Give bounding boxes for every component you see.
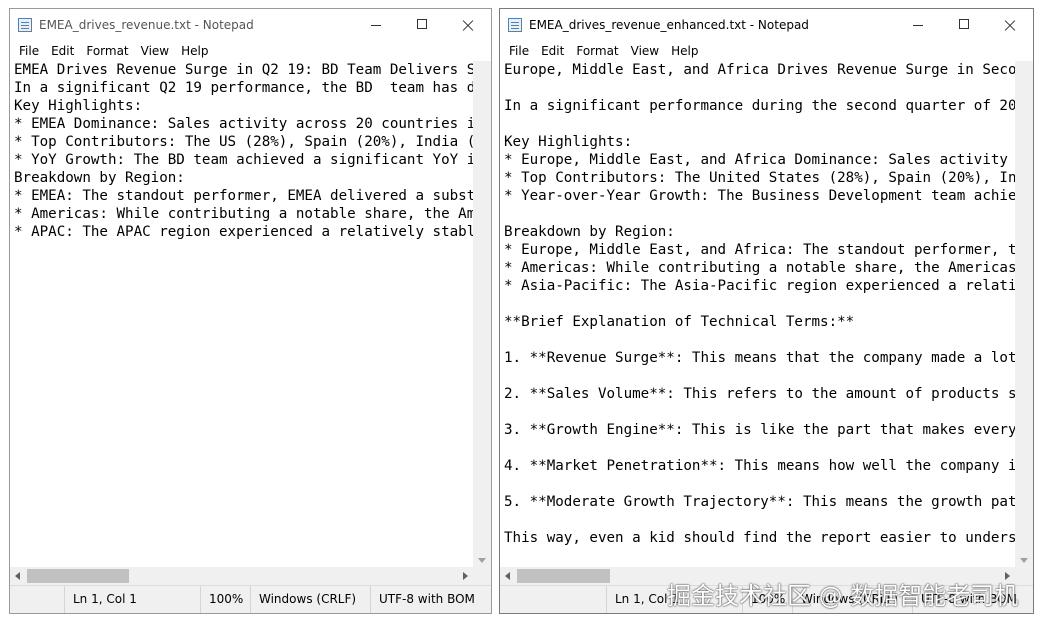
menu-edit[interactable]: Edit	[45, 42, 80, 61]
text-line: 1. **Revenue Surge**: This means that th…	[504, 350, 1015, 366]
menu-edit[interactable]: Edit	[535, 42, 570, 61]
close-icon[interactable]	[987, 9, 1033, 41]
menu-file[interactable]: File	[13, 42, 45, 61]
text-line: In a significant performance during the …	[504, 98, 1015, 114]
close-icon[interactable]	[445, 9, 491, 41]
minimize-icon[interactable]	[895, 9, 941, 41]
text-line: This way, even a kid should find the rep…	[504, 530, 1015, 546]
text-line: * APAC: The APAC region experienced a re…	[14, 224, 473, 240]
text-line: * Europe, Middle East, and Africa: The s…	[504, 242, 1015, 258]
watermark: 掘金技术社区 @ 数据智能老司机	[667, 582, 1019, 610]
text-line: * EMEA: The standout performer, EMEA del…	[14, 188, 473, 204]
title-bar[interactable]: EMEA_drives_revenue_enhanced.txt - Notep…	[500, 9, 1033, 42]
text-line: Breakdown by Region:	[14, 170, 185, 186]
scroll-right-arrow-icon[interactable]	[463, 572, 468, 580]
scroll-left-arrow-icon[interactable]	[15, 572, 20, 580]
scroll-down-arrow-icon[interactable]	[1020, 558, 1028, 563]
text-line: 3. **Growth Engine**: This is like the p…	[504, 422, 1015, 438]
maximize-icon[interactable]	[399, 9, 445, 41]
text-line: Breakdown by Region:	[504, 224, 675, 240]
text-line: Key Highlights:	[504, 134, 633, 150]
text-line	[500, 205, 1015, 223]
text-line: Europe, Middle East, and Africa Drives R…	[504, 62, 1015, 78]
text-line: In a significant Q2 19 performance, the …	[14, 80, 473, 96]
text-line	[500, 439, 1015, 457]
text-line	[500, 295, 1015, 313]
status-encoding: UTF-8 with BOM	[370, 586, 491, 613]
menu-help[interactable]: Help	[175, 42, 214, 61]
status-zoom: 100%	[200, 586, 251, 613]
menu-view[interactable]: View	[625, 42, 665, 61]
menu-help[interactable]: Help	[665, 42, 704, 61]
notepad-icon	[18, 18, 32, 32]
scroll-thumb[interactable]	[517, 569, 610, 583]
menu-view[interactable]: View	[135, 42, 175, 61]
menu-file[interactable]: File	[503, 42, 535, 61]
menu-format[interactable]: Format	[570, 42, 624, 61]
text-line: * EMEA Dominance: Sales activity across …	[14, 116, 473, 132]
notepad-window-original[interactable]: EMEA_drives_revenue.txt - Notepad File E…	[9, 8, 492, 614]
vertical-scrollbar[interactable]	[473, 61, 491, 567]
text-line: * Top Contributors: The US (28%), Spain …	[14, 134, 473, 150]
text-line	[500, 115, 1015, 133]
text-line: **Brief Explanation of Technical Terms:*…	[504, 314, 855, 330]
window-title: EMEA_drives_revenue_enhanced.txt - Notep…	[529, 18, 809, 32]
text-line	[500, 511, 1015, 529]
text-line	[500, 331, 1015, 349]
text-line: * Asia-Pacific: The Asia-Pacific region …	[504, 278, 1015, 294]
vertical-scrollbar[interactable]	[1015, 61, 1033, 567]
text-line	[500, 403, 1015, 421]
text-line	[500, 79, 1015, 97]
text-line: EMEA Drives Revenue Surge in Q2 19: BD T…	[14, 62, 473, 78]
text-line	[500, 367, 1015, 385]
notepad-icon	[508, 18, 522, 32]
text-line	[500, 475, 1015, 493]
maximize-icon[interactable]	[941, 9, 987, 41]
window-title: EMEA_drives_revenue.txt - Notepad	[39, 18, 254, 32]
text-line: 2. **Sales Volume**: This refers to the …	[504, 386, 1015, 402]
scroll-corner	[473, 567, 491, 585]
horizontal-scrollbar[interactable]	[10, 567, 473, 585]
scroll-down-arrow-icon[interactable]	[478, 558, 486, 563]
menu-bar: File Edit Format View Help	[10, 42, 491, 61]
menu-bar: File Edit Format View Help	[500, 42, 1033, 61]
text-line: * Top Contributors: The United States (2…	[504, 170, 1015, 186]
menu-format[interactable]: Format	[80, 42, 134, 61]
text-line: * Americas: While contributing a notable…	[504, 260, 1015, 276]
status-line-ending: Windows (CRLF)	[250, 586, 371, 613]
text-line: Key Highlights:	[14, 98, 143, 114]
scroll-thumb[interactable]	[27, 569, 129, 583]
status-bar: Ln 1, Col 1 100% Windows (CRLF) UTF-8 wi…	[10, 585, 491, 613]
notepad-window-enhanced[interactable]: EMEA_drives_revenue_enhanced.txt - Notep…	[499, 8, 1034, 614]
text-line: * YoY Growth: The BD team achieved a sig…	[14, 152, 473, 168]
text-line: * Year-over-Year Growth: The Business De…	[504, 188, 1015, 204]
status-position: Ln 1, Col 1	[64, 586, 195, 613]
text-line: * Americas: While contributing a notable…	[14, 206, 473, 222]
text-line: 4. **Market Penetration**: This means ho…	[504, 458, 1015, 474]
scroll-left-arrow-icon[interactable]	[505, 572, 510, 580]
title-bar[interactable]: EMEA_drives_revenue.txt - Notepad	[10, 9, 491, 42]
text-line: 5. **Moderate Growth Trajectory**: This …	[504, 494, 1015, 510]
text-editor[interactable]: EMEA Drives Revenue Surge in Q2 19: BD T…	[10, 61, 473, 567]
text-line: * Europe, Middle East, and Africa Domina…	[504, 152, 1015, 168]
minimize-icon[interactable]	[353, 9, 399, 41]
text-editor[interactable]: Europe, Middle East, and Africa Drives R…	[500, 61, 1015, 567]
